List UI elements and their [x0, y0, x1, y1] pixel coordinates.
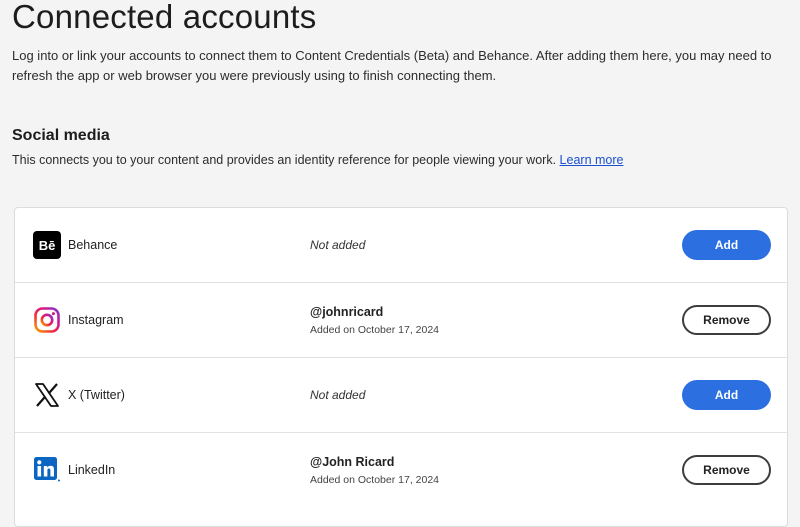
account-status: Not added [310, 238, 366, 252]
account-handle: @johnricard [310, 305, 384, 319]
add-x-twitter-button[interactable]: Add [682, 380, 771, 410]
account-row-linkedin: LinkedIn @John Ricard Added on October 1… [15, 433, 787, 508]
account-name: X (Twitter) [68, 388, 125, 402]
svg-text:Bē: Bē [39, 238, 56, 253]
accounts-card: Bē Behance Not added Add Instagram @john… [14, 207, 788, 527]
account-added-date: Added on October 17, 2024 [310, 324, 440, 336]
account-name: LinkedIn [68, 463, 116, 477]
remove-linkedin-button[interactable]: Remove [682, 455, 771, 485]
learn-more-link[interactable]: Learn more [560, 153, 624, 167]
remove-instagram-button[interactable]: Remove [682, 305, 771, 335]
instagram-icon [33, 306, 61, 334]
account-name: Behance [68, 238, 118, 252]
account-row-x-twitter: X (Twitter) Not added Add [15, 358, 787, 433]
account-row-behance: Bē Behance Not added Add [15, 208, 787, 283]
account-status: Not added [310, 388, 366, 402]
account-row-instagram: Instagram @johnricard Added on October 1… [15, 283, 787, 358]
behance-icon: Bē [33, 231, 61, 259]
x-twitter-icon [33, 381, 61, 409]
intro-text: Log into or link your accounts to connec… [12, 48, 772, 83]
account-added-date: Added on October 17, 2024 [310, 474, 440, 486]
account-handle: @John Ricard [310, 455, 395, 469]
account-name: Instagram [68, 313, 124, 327]
social-media-heading: Social media [12, 127, 110, 144]
social-media-description: This connects you to your content and pr… [12, 151, 623, 169]
social-media-description-text: This connects you to your content and pr… [12, 153, 557, 167]
add-behance-button[interactable]: Add [682, 230, 771, 260]
linkedin-icon [33, 456, 61, 484]
page-title: Connected accounts [12, 0, 317, 35]
